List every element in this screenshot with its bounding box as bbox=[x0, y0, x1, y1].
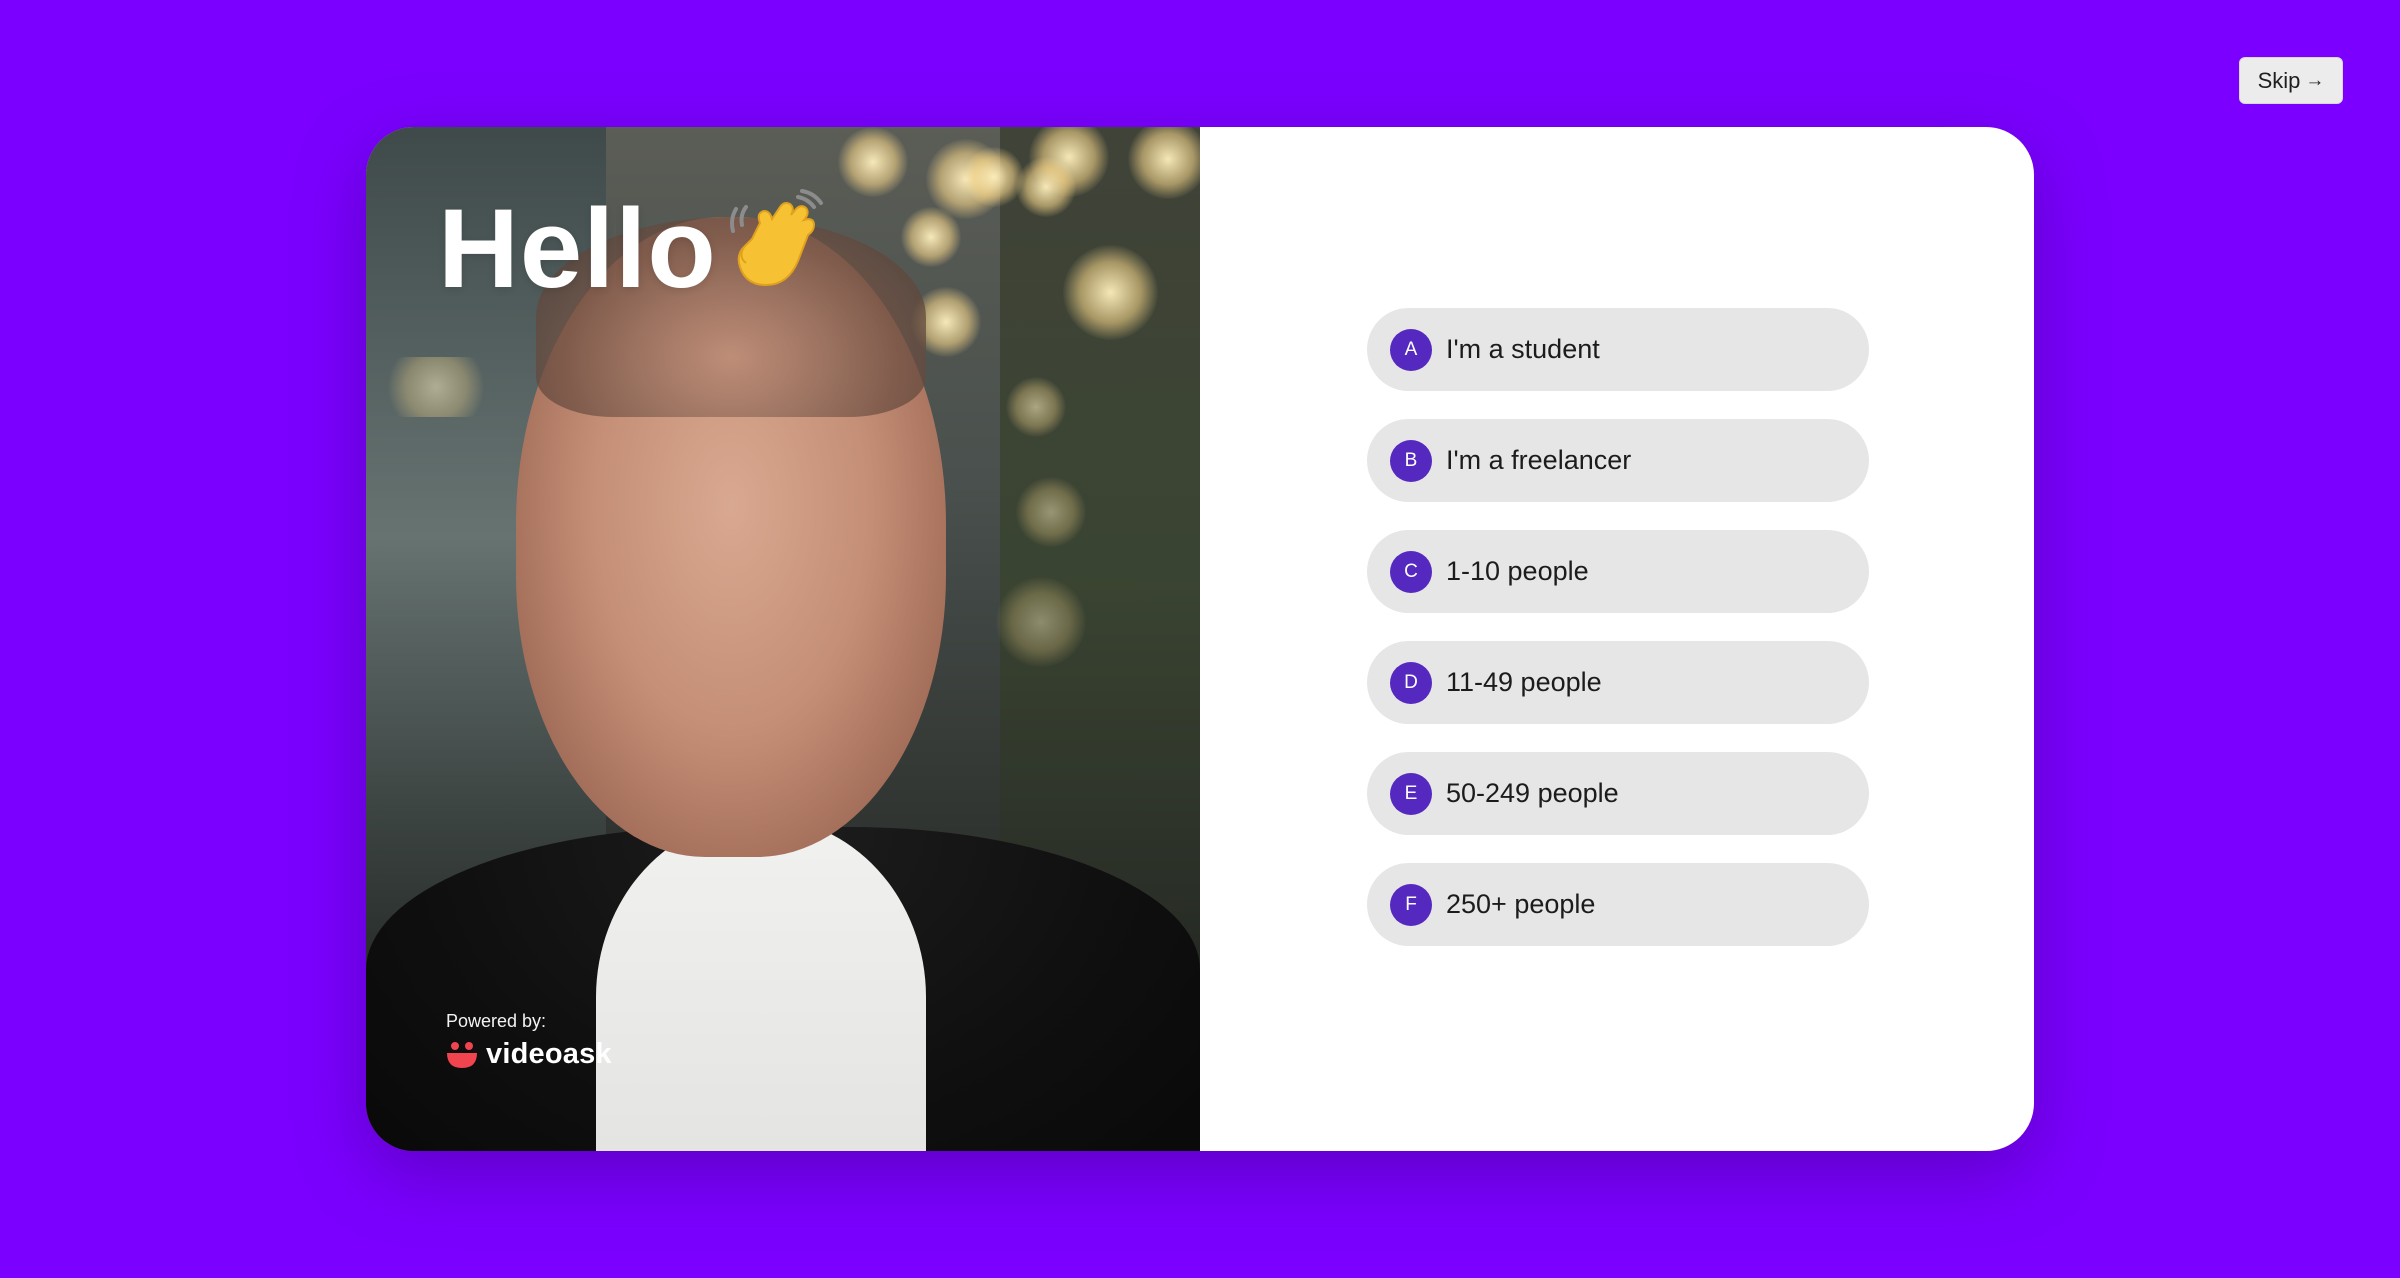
choice-letter-badge: B bbox=[1390, 439, 1432, 482]
choice-label: 11-49 people bbox=[1446, 667, 1602, 697]
bokeh-light bbox=[996, 577, 1086, 667]
bokeh-light bbox=[1016, 157, 1076, 217]
choice-f[interactable]: F 250+ people bbox=[1367, 863, 1869, 946]
videoask-logo-text: videoask bbox=[486, 1038, 612, 1070]
videoask-logo-icon bbox=[447, 1041, 477, 1068]
choice-letter-badge: D bbox=[1390, 661, 1432, 704]
bokeh-light bbox=[838, 127, 908, 197]
bokeh-light bbox=[901, 207, 961, 267]
choice-label: I'm a freelancer bbox=[1446, 445, 1632, 475]
bokeh-light bbox=[376, 357, 496, 417]
choice-b[interactable]: B I'm a freelancer bbox=[1367, 419, 1869, 502]
bokeh-light bbox=[1006, 377, 1066, 437]
videoask-logo[interactable]: videoask bbox=[446, 1038, 612, 1071]
choice-c[interactable]: C 1-10 people bbox=[1367, 530, 1869, 613]
skip-label: Skip bbox=[2257, 67, 2301, 93]
choice-letter-badge: C bbox=[1390, 550, 1432, 593]
greeting-title: Hello bbox=[438, 186, 717, 311]
bokeh-light bbox=[1016, 477, 1086, 547]
choice-d[interactable]: D 11-49 people bbox=[1367, 641, 1869, 724]
powered-by: Powered by: videoask bbox=[446, 1011, 612, 1071]
choice-letter-badge: F bbox=[1390, 883, 1432, 926]
choice-letter-badge: A bbox=[1390, 328, 1432, 371]
choice-label: I'm a student bbox=[1446, 334, 1600, 364]
videoask-card: Hello Powered by: videoask A I'm a stude… bbox=[366, 127, 2034, 1151]
choice-a[interactable]: A I'm a student bbox=[1367, 308, 1869, 391]
skip-button[interactable]: Skip → bbox=[2239, 57, 2343, 104]
choice-letter-badge: E bbox=[1390, 772, 1432, 815]
arrow-right-icon: → bbox=[2305, 69, 2325, 91]
choice-label: 50-249 people bbox=[1446, 778, 1619, 808]
waving-hand-icon bbox=[730, 189, 823, 287]
video-panel[interactable]: Hello Powered by: videoask bbox=[366, 127, 1200, 1151]
choice-e[interactable]: E 50-249 people bbox=[1367, 752, 1869, 835]
bokeh-light bbox=[964, 147, 1024, 207]
answer-choices: A I'm a student B I'm a freelancer C 1-1… bbox=[1367, 308, 1869, 974]
choice-label: 1-10 people bbox=[1446, 556, 1589, 586]
choice-label: 250+ people bbox=[1446, 889, 1596, 919]
bokeh-light bbox=[1063, 245, 1158, 340]
powered-by-label: Powered by: bbox=[446, 1011, 547, 1031]
